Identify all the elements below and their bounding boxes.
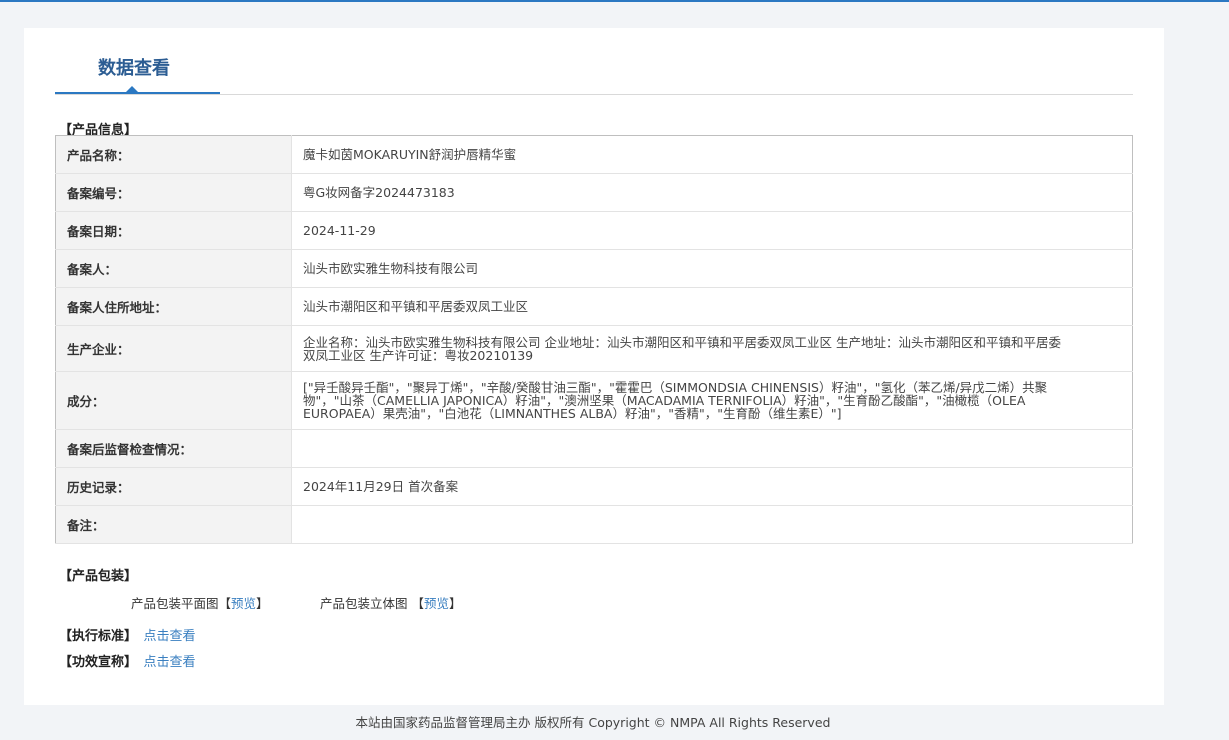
standard-label: 【执行标准】	[59, 629, 138, 644]
row-label: 备注：	[55, 505, 292, 544]
tab-data-view[interactable]: 数据查看	[98, 54, 170, 80]
tab-caret-icon	[126, 86, 138, 92]
row-value: 魔卡如茵MOKARUYIN舒润护唇精华蜜	[291, 135, 1133, 174]
table-row: 备案人： 汕头市欧实雅生物科技有限公司	[55, 249, 1133, 288]
row-value: 2024年11月29日 首次备案	[291, 467, 1133, 506]
row-label: 备案人：	[55, 249, 292, 288]
row-value	[291, 429, 1133, 468]
row-value: 粤G妆网备字2024473183	[291, 173, 1133, 212]
row-label: 生产企业：	[55, 325, 292, 372]
row-label: 历史记录：	[55, 467, 292, 506]
top-accent-bar	[0, 0, 1229, 2]
table-row: 生产企业： 企业名称：汕头市欧实雅生物科技有限公司 企业地址：汕头市潮阳区和平镇…	[55, 325, 1133, 372]
package-flat-item: 产品包装平面图【预览】	[131, 596, 269, 611]
row-label: 备案后监督检查情况：	[55, 429, 292, 468]
section-title-standard: 【执行标准】 点击查看	[59, 625, 196, 644]
table-row: 产品名称： 魔卡如茵MOKARUYIN舒润护唇精华蜜	[55, 135, 1133, 174]
row-value: 企业名称：汕头市欧实雅生物科技有限公司 企业地址：汕头市潮阳区和平镇和平居委双凤…	[291, 325, 1133, 372]
tab-active-indicator	[55, 92, 220, 94]
row-value: ["异壬酸异壬酯"，"聚异丁烯"，"辛酸/癸酸甘油三酯"，"霍霍巴（SIMMON…	[291, 371, 1133, 430]
standard-view-link[interactable]: 点击查看	[144, 629, 196, 644]
table-row: 备案人住所地址： 汕头市潮阳区和平镇和平居委双凤工业区	[55, 287, 1133, 326]
package-flat-label: 产品包装平面图	[131, 596, 219, 611]
row-value: 汕头市潮阳区和平镇和平居委双凤工业区	[291, 287, 1133, 326]
row-value: 汕头市欧实雅生物科技有限公司	[291, 249, 1133, 288]
table-row: 历史记录： 2024年11月29日 首次备案	[55, 467, 1133, 506]
efficacy-view-link[interactable]: 点击查看	[144, 655, 196, 670]
section-title-efficacy: 【功效宣称】 点击查看	[59, 651, 196, 670]
table-row: 成分： ["异壬酸异壬酯"，"聚异丁烯"，"辛酸/癸酸甘油三酯"，"霍霍巴（SI…	[55, 371, 1133, 430]
footer-copyright: 本站由国家药品监督管理局主办 版权所有 Copyright © NMPA All…	[355, 715, 831, 730]
row-label: 产品名称：	[55, 135, 292, 174]
row-value	[291, 505, 1133, 544]
package-solid-preview-link[interactable]: 预览	[424, 596, 449, 611]
table-row: 备注：	[55, 505, 1133, 544]
package-solid-item: 产品包装立体图 【预览】	[320, 596, 462, 611]
section-title-packaging: 【产品包装】	[59, 569, 138, 584]
row-label: 备案日期：	[55, 211, 292, 250]
content-panel: 数据查看 【产品信息】 产品名称： 魔卡如茵MOKARUYIN舒润护唇精华蜜 备…	[24, 28, 1164, 705]
efficacy-label: 【功效宣称】	[59, 655, 138, 670]
row-value: 2024-11-29	[291, 211, 1133, 250]
package-solid-label: 产品包装立体图	[320, 596, 408, 611]
package-flat-preview-link[interactable]: 预览	[231, 596, 256, 611]
product-info-table: 产品名称： 魔卡如茵MOKARUYIN舒润护唇精华蜜 备案编号： 粤G妆网备字2…	[55, 135, 1133, 544]
table-row: 备案日期： 2024-11-29	[55, 211, 1133, 250]
table-row: 备案编号： 粤G妆网备字2024473183	[55, 173, 1133, 212]
right-margin	[1164, 2, 1229, 740]
row-label: 备案人住所地址：	[55, 287, 292, 326]
row-label: 备案编号：	[55, 173, 292, 212]
row-label: 成分：	[55, 371, 292, 430]
tab-divider	[55, 94, 1133, 95]
table-row: 备案后监督检查情况：	[55, 429, 1133, 468]
